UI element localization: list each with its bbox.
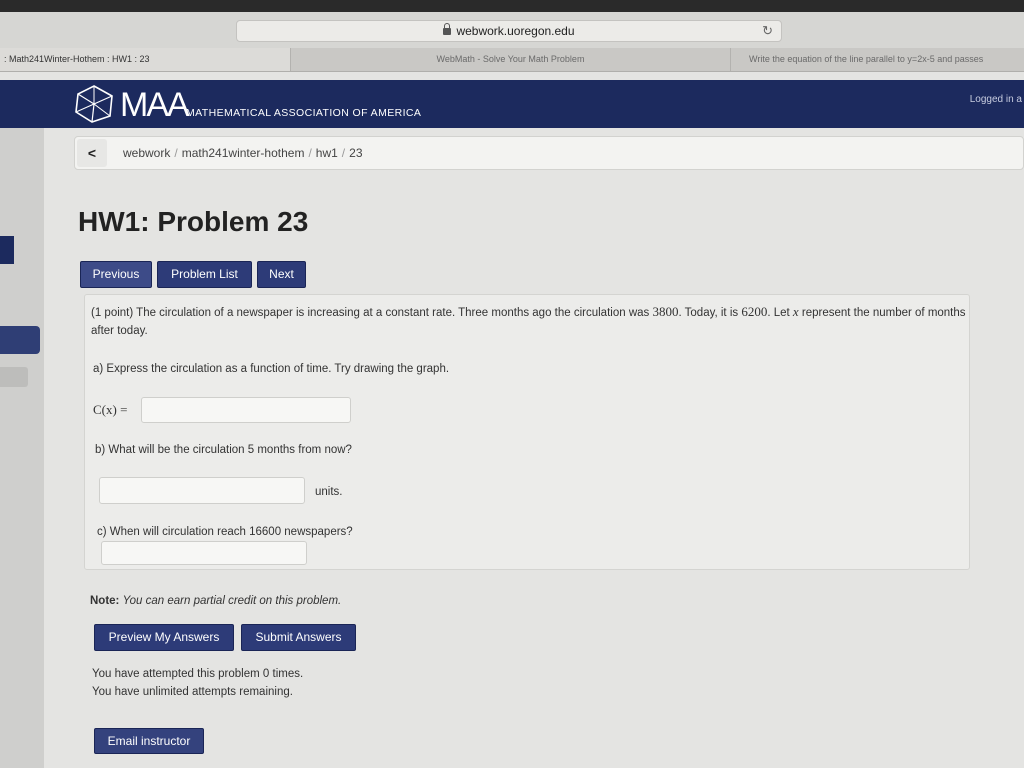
browser-toolbar: webwork.uoregon.edu ↻ <box>0 12 1024 48</box>
breadcrumb: < webwork / math241winter-hothem / hw1/23 <box>74 136 1024 170</box>
maa-full-name: MATHEMATICAL ASSOCIATION OF AMERICA <box>186 107 422 119</box>
tab-bar: : Math241Winter-Hothem : HW1 : 23 WebMat… <box>0 48 1024 72</box>
reload-icon[interactable]: ↻ <box>762 23 773 39</box>
sidebar-item[interactable] <box>0 367 28 387</box>
screen-bezel <box>0 0 1024 12</box>
answer-a-input[interactable] <box>141 397 351 423</box>
url-text: webwork.uoregon.edu <box>456 24 575 38</box>
breadcrumb-item-set[interactable]: hw1 <box>316 146 338 160</box>
sidebar-marker <box>0 236 14 264</box>
question-c: c) When will circulation reach 16600 new… <box>97 526 353 538</box>
problem-list-button[interactable]: Problem List <box>157 261 252 288</box>
previous-button[interactable]: Previous <box>80 261 152 288</box>
breadcrumb-item-course[interactable]: math241winter-hothem <box>182 146 305 160</box>
attempts-count: You have attempted this problem 0 times. <box>92 668 304 680</box>
attempts-remaining: You have unlimited attempts remaining. <box>92 686 293 698</box>
lock-icon <box>443 23 452 35</box>
tab-parallel-line[interactable]: Write the equation of the line parallel … <box>730 48 1024 71</box>
page-title: HW1: Problem 23 <box>78 206 309 237</box>
email-instructor-button[interactable]: Email instructor <box>94 728 204 754</box>
partial-credit-note: Note: You can earn partial credit on thi… <box>90 595 342 607</box>
logged-in-status: Logged in a <box>969 94 1022 105</box>
preview-answers-button[interactable]: Preview My Answers <box>94 624 234 651</box>
past-circulation: 3800 <box>652 304 679 319</box>
sidebar-active-item[interactable] <box>0 326 40 354</box>
current-circulation: 6200 <box>741 304 768 319</box>
address-bar[interactable]: webwork.uoregon.edu ↻ <box>236 20 782 42</box>
breadcrumb-item-problem: 23 <box>349 146 363 160</box>
attempts-info: You have attempted this problem 0 times.… <box>92 665 303 701</box>
function-label: C(x) = <box>93 402 128 417</box>
submit-answers-button[interactable]: Submit Answers <box>241 624 356 651</box>
breadcrumb-item-webwork[interactable]: webwork <box>123 146 170 160</box>
maa-abbreviation: MAA <box>120 86 190 124</box>
site-header: MAA MATHEMATICAL ASSOCIATION OF AMERICA … <box>0 80 1024 128</box>
question-a: a) Express the circulation as a function… <box>93 363 450 375</box>
problem-statement: (1 point) The circulation of a newspaper… <box>91 304 966 337</box>
back-button[interactable]: < <box>77 139 107 167</box>
maa-logo-icon <box>75 85 113 123</box>
answer-c-input[interactable] <box>101 541 307 565</box>
answer-b-input[interactable] <box>99 477 305 504</box>
left-sidebar <box>0 128 44 768</box>
units-label: units. <box>315 486 343 498</box>
next-button[interactable]: Next <box>257 261 306 288</box>
question-b: b) What will be the circulation 5 months… <box>95 444 352 456</box>
tab-webwork[interactable]: : Math241Winter-Hothem : HW1 : 23 <box>0 48 290 71</box>
problem-panel: (1 point) The circulation of a newspaper… <box>84 294 970 570</box>
tab-webmath[interactable]: WebMath - Solve Your Math Problem <box>290 48 730 71</box>
